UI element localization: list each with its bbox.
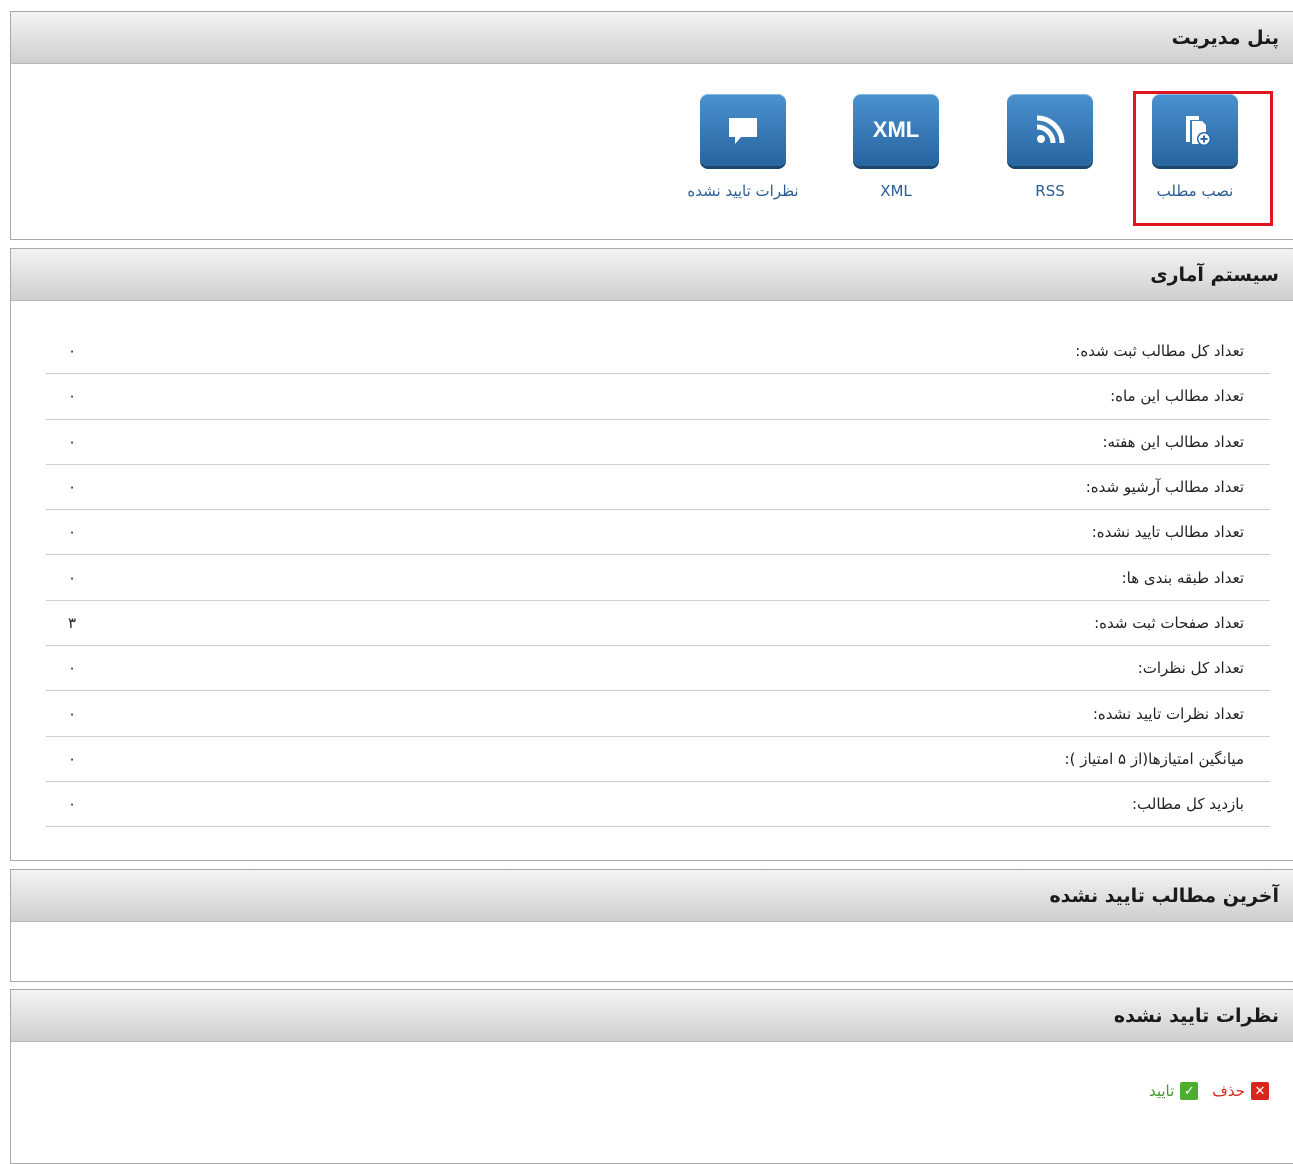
stat-label: تعداد مطالب آرشیو شده: bbox=[1085, 478, 1244, 497]
stat-row: بازدید کل مطالب: ۰ bbox=[46, 782, 1270, 828]
stat-row: تعداد مطالب این ماه: ۰ bbox=[46, 374, 1270, 420]
check-icon[interactable]: ✓ bbox=[1180, 1082, 1199, 1100]
xml-label[interactable]: XML bbox=[821, 182, 971, 200]
stat-value: ۰ bbox=[68, 432, 77, 451]
comment-icon[interactable] bbox=[700, 94, 786, 166]
xml-shortcut[interactable]: XML XML bbox=[821, 94, 971, 200]
stat-row: تعداد نظرات تایید نشده: ۰ bbox=[46, 691, 1270, 737]
add-document-icon[interactable] bbox=[1152, 94, 1238, 166]
stat-row: میانگین امتیازها(از ۵ امتیاز ): ۰ bbox=[46, 737, 1270, 782]
stat-row: تعداد مطالب تایید نشده: ۰ bbox=[46, 510, 1270, 556]
add-post-label[interactable]: نصب مطلب bbox=[1120, 182, 1270, 200]
stat-row: تعداد مطالب این هفته: ۰ bbox=[46, 420, 1270, 465]
admin-panel-title: پنل مدیریت bbox=[11, 12, 1293, 64]
admin-panel: پنل مدیریت نصب مطلب RSS XML XML نظرات تا… bbox=[10, 11, 1293, 240]
stat-label: تعداد کل نظرات: bbox=[1137, 659, 1244, 678]
stat-row: تعداد صفحات ثبت شده: ۳ bbox=[46, 601, 1270, 647]
latest-unapproved-panel: آخرین مطالب تایید نشده bbox=[10, 869, 1293, 982]
stat-value: ۰ bbox=[68, 704, 77, 723]
stat-value: ۰ bbox=[68, 387, 77, 406]
stat-label: بازدید کل مطالب: bbox=[1131, 795, 1244, 814]
stat-label: تعداد صفحات ثبت شده: bbox=[1094, 613, 1244, 632]
stat-value: ۰ bbox=[68, 342, 77, 361]
latest-unapproved-title: آخرین مطالب تایید نشده bbox=[11, 870, 1293, 922]
stats-list: تعداد کل مطالب ثبت شده: ۰ تعداد مطالب این… bbox=[46, 329, 1270, 828]
stat-value: ۰ bbox=[68, 568, 77, 587]
stat-label: تعداد طبقه بندی ها: bbox=[1121, 568, 1244, 587]
unapproved-comments-title: نظرات تایید نشده bbox=[11, 990, 1293, 1042]
stat-value: ۰ bbox=[68, 659, 77, 678]
stat-label: میانگین امتیازها(از ۵ امتیاز ): bbox=[1064, 749, 1244, 768]
stat-value: ۰ bbox=[68, 523, 77, 542]
stat-label: تعداد مطالب این ماه: bbox=[1110, 387, 1244, 406]
stat-label: تعداد مطالب تایید نشده: bbox=[1091, 523, 1244, 542]
stat-label: تعداد کل مطالب ثبت شده: bbox=[1075, 342, 1244, 361]
rss-label[interactable]: RSS bbox=[975, 182, 1125, 200]
rss-icon[interactable] bbox=[1007, 94, 1093, 166]
rss-shortcut[interactable]: RSS bbox=[975, 94, 1125, 200]
stat-row: تعداد طبقه بندی ها: ۰ bbox=[46, 555, 1270, 601]
delete-icon[interactable]: ✕ bbox=[1251, 1082, 1269, 1100]
unapproved-comments-label[interactable]: نظرات تایید نشده bbox=[668, 182, 818, 200]
xml-tile-text: XML bbox=[872, 117, 920, 142]
add-post-shortcut[interactable]: نصب مطلب bbox=[1120, 94, 1270, 200]
stat-value: ۰ bbox=[68, 749, 77, 768]
stats-panel-title: سیستم آماری bbox=[11, 249, 1293, 301]
stat-value: ۳ bbox=[68, 613, 77, 632]
stats-panel: سیستم آماری تعداد کل مطالب ثبت شده: ۰ تعد… bbox=[10, 248, 1293, 861]
delete-link[interactable]: حذف bbox=[1212, 1082, 1245, 1100]
unapproved-comments-panel: نظرات تایید نشده ✕ حذف ✓ تایید bbox=[10, 989, 1293, 1164]
stat-label: تعداد مطالب این هفته: bbox=[1102, 432, 1244, 451]
stat-label: تعداد نظرات تایید نشده: bbox=[1092, 704, 1244, 723]
stat-row: تعداد کل مطالب ثبت شده: ۰ bbox=[46, 329, 1270, 375]
stat-value: ۰ bbox=[68, 478, 77, 497]
stat-row: تعداد مطالب آرشیو شده: ۰ bbox=[46, 465, 1270, 511]
stat-row: تعداد کل نظرات: ۰ bbox=[46, 646, 1270, 692]
stat-value: ۰ bbox=[68, 795, 77, 814]
comment-actions: ✕ حذف ✓ تایید bbox=[1149, 1082, 1269, 1100]
xml-icon[interactable]: XML bbox=[853, 94, 939, 166]
unapproved-comments-shortcut[interactable]: نظرات تایید نشده bbox=[668, 94, 818, 200]
approve-link[interactable]: تایید bbox=[1149, 1082, 1174, 1100]
